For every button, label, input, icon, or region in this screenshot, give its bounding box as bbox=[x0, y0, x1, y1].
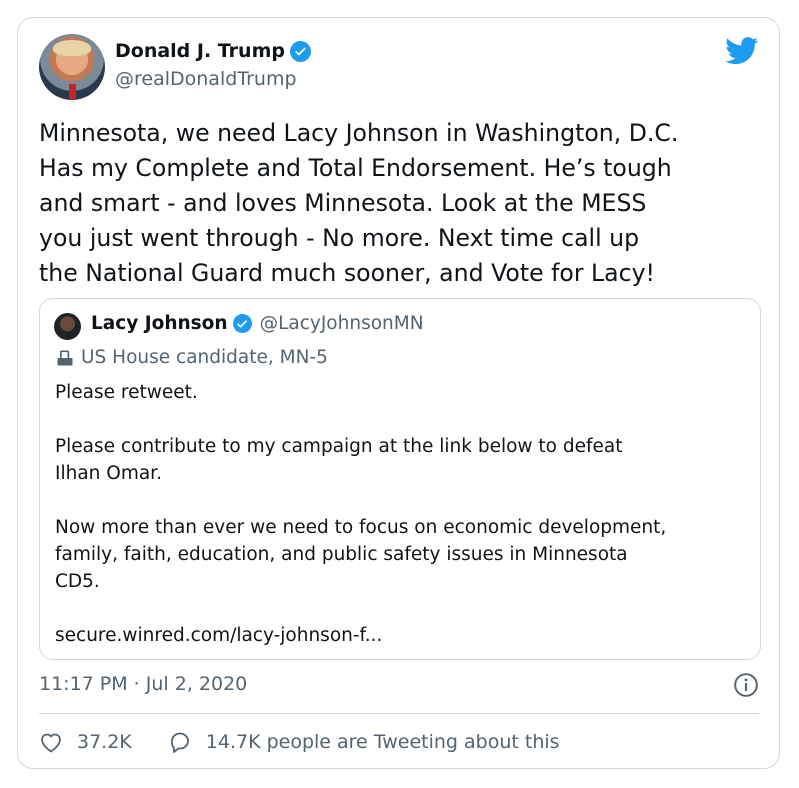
quoted-tweet[interactable]: Lacy Johnson @LacyJohnsonMN US House can… bbox=[39, 298, 761, 660]
quoted-author-name: Lacy Johnson bbox=[91, 313, 228, 334]
heart-icon bbox=[41, 733, 61, 753]
author-handle[interactable]: @realDonaldTrump bbox=[115, 68, 297, 90]
like-action[interactable]: 37.2K bbox=[39, 731, 132, 753]
divider bbox=[39, 713, 759, 714]
quoted-body-line: CD5. bbox=[55, 571, 100, 592]
quoted-body-line bbox=[55, 487, 755, 514]
tweet-text-line: Has my Complete and Total Endorsement. H… bbox=[39, 154, 672, 182]
quoted-body-line bbox=[55, 406, 755, 433]
tweet-text: Minnesota, we need Lacy Johnson in Washi… bbox=[39, 116, 769, 291]
tweet-text-line: Minnesota, we need Lacy Johnson in Washi… bbox=[39, 119, 679, 147]
author-name-row: Donald J. Trump bbox=[115, 40, 311, 62]
tweet-text-line: you just went through - No more. Next ti… bbox=[39, 224, 640, 252]
tweet-text-line: the National Guard much sooner, and Vote… bbox=[39, 259, 656, 287]
tweeting-about-action[interactable]: 14.7K people are Tweeting about this bbox=[168, 730, 560, 754]
quoted-tweet-body: Please retweet. Please contribute to my … bbox=[55, 379, 755, 649]
author-avatar[interactable] bbox=[39, 34, 105, 100]
ballot-box-icon bbox=[57, 350, 73, 365]
quoted-author-handle: @LacyJohnsonMN bbox=[259, 313, 424, 334]
author-name[interactable]: Donald J. Trump bbox=[115, 40, 285, 62]
candidate-label: US House candidate, MN-5 bbox=[55, 347, 328, 368]
verified-badge-icon bbox=[232, 314, 252, 333]
tweet-card: Donald J. Trump @realDonaldTrump Minneso… bbox=[17, 17, 780, 769]
tweet-timestamp[interactable]: 11:17 PM · Jul 2, 2020 bbox=[39, 673, 247, 695]
quoted-body-line: family, faith, education, and public saf… bbox=[55, 544, 628, 565]
quoted-body-line: Please contribute to my campaign at the … bbox=[55, 436, 623, 457]
avatar-tie bbox=[69, 84, 76, 100]
quoted-body-line: Now more than ever we need to focus on e… bbox=[55, 517, 667, 538]
tweeting-about-text: 14.7K people are Tweeting about this bbox=[205, 731, 560, 753]
info-icon[interactable] bbox=[733, 672, 759, 698]
verified-badge-icon bbox=[289, 40, 311, 62]
tweet-actions: 37.2K 14.7K people are Tweeting about th… bbox=[39, 730, 560, 754]
speech-bubble-icon bbox=[170, 732, 189, 753]
candidate-label-text: US House candidate, MN-5 bbox=[81, 347, 328, 368]
quoted-body-line bbox=[55, 595, 755, 622]
quoted-author-row: Lacy Johnson @LacyJohnsonMN bbox=[91, 313, 424, 334]
tweet-text-line: and smart - and loves Minnesota. Look at… bbox=[39, 189, 647, 217]
like-count: 37.2K bbox=[77, 731, 132, 753]
quoted-body-line: Ilhan Omar. bbox=[55, 463, 162, 484]
quoted-body-link[interactable]: secure.winred.com/lacy-johnson-f... bbox=[55, 622, 755, 649]
quoted-body-line: Please retweet. bbox=[55, 382, 198, 403]
avatar-hair bbox=[53, 40, 91, 56]
twitter-bird-icon[interactable] bbox=[725, 37, 759, 65]
quoted-author-avatar bbox=[54, 313, 81, 340]
